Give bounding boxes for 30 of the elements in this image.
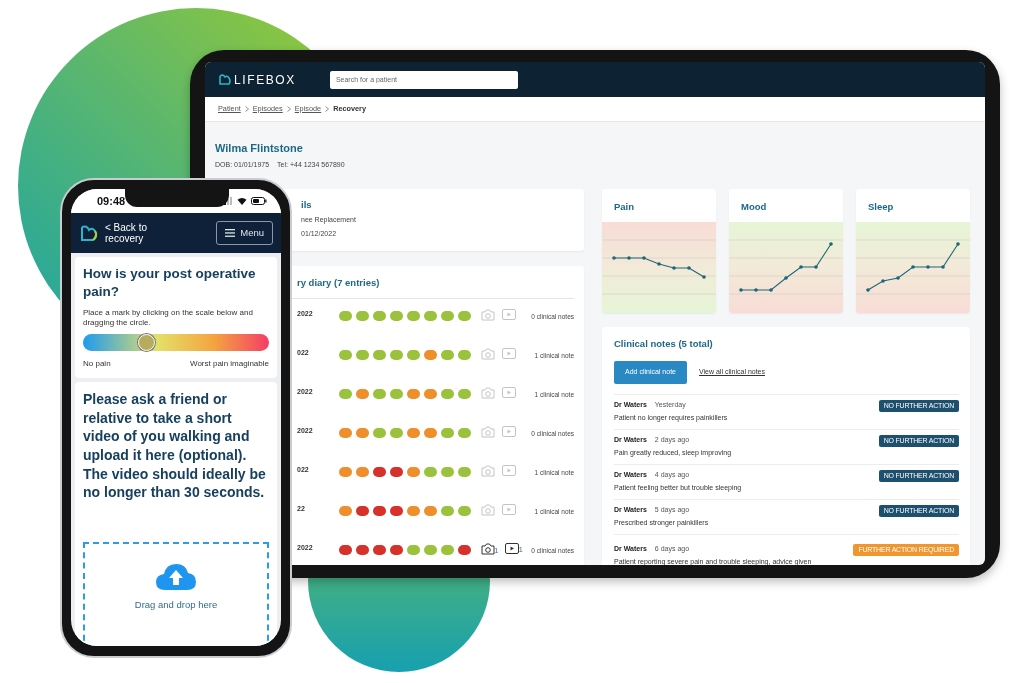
chevron-icon [244, 106, 249, 112]
logo-icon [218, 73, 231, 86]
scale-label: Worst pain imaginable [190, 358, 269, 371]
photo-count: 1 [494, 547, 499, 556]
chevron-icon [286, 106, 291, 112]
upload-instructions: Please ask a friend or relative to take a short video of you walking and upload it here (optional). The video should ideally be no longer than 30 seconds. [83, 390, 267, 502]
logo-icon [79, 223, 99, 243]
slider-thumb[interactable] [138, 334, 156, 352]
status-time: 09:48 [97, 193, 126, 209]
card-title: Clinical notes (5 total) [614, 337, 714, 351]
logo-text: LIFEBOX [234, 71, 296, 89]
card-title: ils [301, 198, 313, 212]
patient-name: Wilma Flintstone [215, 141, 304, 156]
dropzone-text: Drag and drop here [134, 597, 218, 612]
wifi-icon [237, 197, 247, 205]
chart-title: Mood [741, 201, 767, 212]
chart-title: Pain [614, 201, 635, 212]
card-title: ry diary (7 entries) [297, 276, 381, 290]
back-link[interactable]: < Back to recovery [105, 221, 177, 245]
video-count: 1 [518, 546, 523, 555]
battery-icon [251, 197, 267, 205]
menu-icon [225, 229, 236, 237]
instruction-text: Place a mark by clicking on the scale below and dragging the circle. [83, 308, 254, 329]
chart-title: Sleep [868, 201, 894, 212]
menu-button[interactable]: Menu [216, 220, 273, 246]
upload-cloud-icon [155, 561, 197, 592]
pain-scale[interactable] [83, 334, 269, 352]
chevron-icon [325, 106, 330, 112]
question-title: How is your post operative pain? [83, 265, 257, 301]
scale-label: No pain [83, 358, 111, 371]
